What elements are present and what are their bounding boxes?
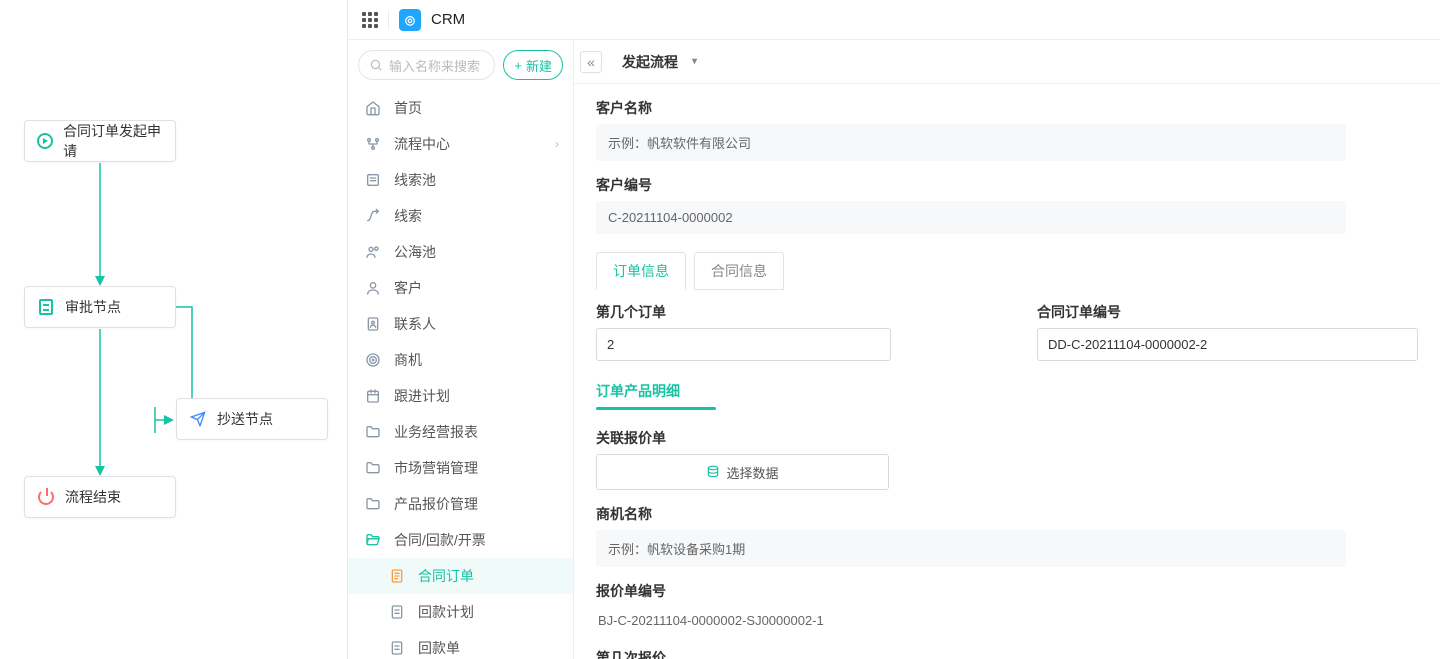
select-data-button[interactable]: 选择数据	[596, 454, 889, 490]
workflow-dropdown[interactable]: 发起流程 ▾	[612, 52, 707, 72]
power-icon	[37, 488, 55, 506]
flow-node-label: 审批节点	[65, 297, 121, 317]
apps-launcher-icon[interactable]	[362, 12, 378, 28]
sidebar-item-label: 线索	[394, 206, 422, 226]
sidebar-item-label: 线索池	[394, 170, 436, 190]
select-data-label: 选择数据	[726, 463, 778, 482]
database-icon	[706, 465, 720, 479]
flow-node-label: 合同订单发起申请	[63, 121, 163, 161]
calendar-icon	[364, 388, 382, 404]
target-icon	[364, 352, 382, 368]
sidebar-item-label: 产品报价管理	[394, 494, 478, 514]
sidebar-item-8[interactable]: 跟进计划	[348, 378, 573, 414]
search-placeholder: 输入名称来搜索	[389, 56, 480, 75]
sidebar: 输入名称来搜索 + 新建 首页 流程中心 › 线索池 线索 公海池 客户 联系人…	[348, 40, 574, 659]
label-quote-index: 第几次报价	[596, 648, 1346, 659]
app-title: CRM	[431, 11, 465, 28]
label-customer-no: 客户编号	[596, 175, 1346, 195]
user-icon	[364, 280, 382, 296]
tab-1[interactable]: 合同信息	[694, 252, 784, 290]
route-icon	[364, 208, 382, 224]
sidebar-item-label: 业务经营报表	[394, 422, 478, 442]
input-contract-order-no[interactable]	[1037, 328, 1418, 361]
folder-icon	[364, 460, 382, 476]
new-button-label: 新建	[526, 56, 552, 75]
home-icon	[364, 100, 382, 116]
sidebar-item-3[interactable]: 线索	[348, 198, 573, 234]
section-title-order-products: 订单产品明细	[596, 381, 1418, 401]
sidebar-item-label: 公海池	[394, 242, 436, 262]
topbar: ◎ CRM	[348, 0, 1440, 40]
new-button[interactable]: + 新建	[503, 50, 563, 80]
folder-icon	[364, 424, 382, 440]
label-contract-order-no: 合同订单编号	[1037, 302, 1418, 322]
sidebar-item-2[interactable]: 线索池	[348, 162, 573, 198]
sidebar-item-4[interactable]: 公海池	[348, 234, 573, 270]
plus-icon: +	[514, 58, 522, 73]
value-customer-no: C-20211104-0000002	[596, 201, 1346, 234]
sidebar-item-label: 跟进计划	[394, 386, 450, 406]
sidebar-item-label: 商机	[394, 350, 422, 370]
folder-open-icon	[364, 532, 382, 548]
sidebar-item-12[interactable]: 合同/回款/开票	[348, 522, 573, 558]
collapse-sidebar-button[interactable]: «	[580, 51, 602, 73]
chevron-right-icon: ›	[555, 137, 559, 151]
search-input[interactable]: 输入名称来搜索	[358, 50, 495, 80]
doc-icon	[388, 568, 406, 584]
sidebar-item-5[interactable]: 客户	[348, 270, 573, 306]
flow-node-cc[interactable]: 抄送节点	[176, 398, 328, 440]
play-icon	[37, 132, 53, 150]
sidebar-item-1[interactable]: 流程中心 ›	[348, 126, 573, 162]
folder-icon	[364, 496, 382, 512]
value-quote-no: BJ-C-20211104-0000002-SJ0000002-1	[596, 607, 1346, 634]
sidebar-item-9[interactable]: 业务经营报表	[348, 414, 573, 450]
flow-node-end[interactable]: 流程结束	[24, 476, 176, 518]
label-order-index: 第几个订单	[596, 302, 977, 322]
flow-icon	[364, 136, 382, 152]
sidebar-item-0[interactable]: 首页	[348, 90, 573, 126]
flow-node-approve[interactable]: 审批节点	[24, 286, 176, 328]
flow-node-start[interactable]: 合同订单发起申请	[24, 120, 176, 162]
label-link-quote: 关联报价单	[596, 428, 1346, 448]
doc2-icon	[388, 640, 406, 656]
label-customer-name: 客户名称	[596, 98, 1346, 118]
sidebar-item-label: 回款单	[418, 638, 460, 658]
input-order-index[interactable]	[596, 328, 891, 361]
sidebar-item-11[interactable]: 产品报价管理	[348, 486, 573, 522]
people-icon	[364, 244, 382, 260]
list-icon	[364, 172, 382, 188]
sidebar-item-6[interactable]: 联系人	[348, 306, 573, 342]
sidebar-item-label: 合同/回款/开票	[394, 530, 486, 550]
flow-node-label: 流程结束	[65, 487, 121, 507]
doc2-icon	[388, 604, 406, 620]
tab-0[interactable]: 订单信息	[596, 252, 686, 290]
workflow-diagram: 合同订单发起申请 审批节点 抄送节点 流程结束	[0, 0, 348, 659]
contact-icon	[364, 316, 382, 332]
sidebar-item-7[interactable]: 商机	[348, 342, 573, 378]
value-oppty-name: 示例：帆软设备采购1期	[596, 530, 1346, 567]
search-icon	[369, 58, 383, 72]
sidebar-child-2[interactable]: 回款单	[348, 630, 573, 659]
label-oppty-name: 商机名称	[596, 504, 1346, 524]
send-icon	[189, 410, 207, 428]
chevron-down-icon: ▾	[692, 56, 697, 67]
content-area: « 发起流程 ▾ 客户名称 示例：帆软软件有限公司 客户编号 C-2021110…	[574, 40, 1440, 659]
sidebar-child-0[interactable]: 合同订单	[348, 558, 573, 594]
sidebar-child-1[interactable]: 回款计划	[348, 594, 573, 630]
app-logo-icon: ◎	[399, 9, 421, 31]
sidebar-item-label: 客户	[394, 278, 422, 298]
sidebar-item-10[interactable]: 市场营销管理	[348, 450, 573, 486]
document-icon	[37, 298, 55, 316]
workflow-dropdown-label: 发起流程	[622, 52, 678, 72]
divider	[388, 10, 389, 30]
sidebar-item-label: 流程中心	[394, 134, 450, 154]
sidebar-item-label: 市场营销管理	[394, 458, 478, 478]
sidebar-item-label: 合同订单	[418, 566, 474, 586]
label-quote-no: 报价单编号	[596, 581, 1346, 601]
sidebar-item-label: 联系人	[394, 314, 436, 334]
flow-node-label: 抄送节点	[217, 409, 273, 429]
value-customer-name: 示例：帆软软件有限公司	[596, 124, 1346, 161]
sidebar-item-label: 首页	[394, 98, 422, 118]
sidebar-item-label: 回款计划	[418, 602, 474, 622]
